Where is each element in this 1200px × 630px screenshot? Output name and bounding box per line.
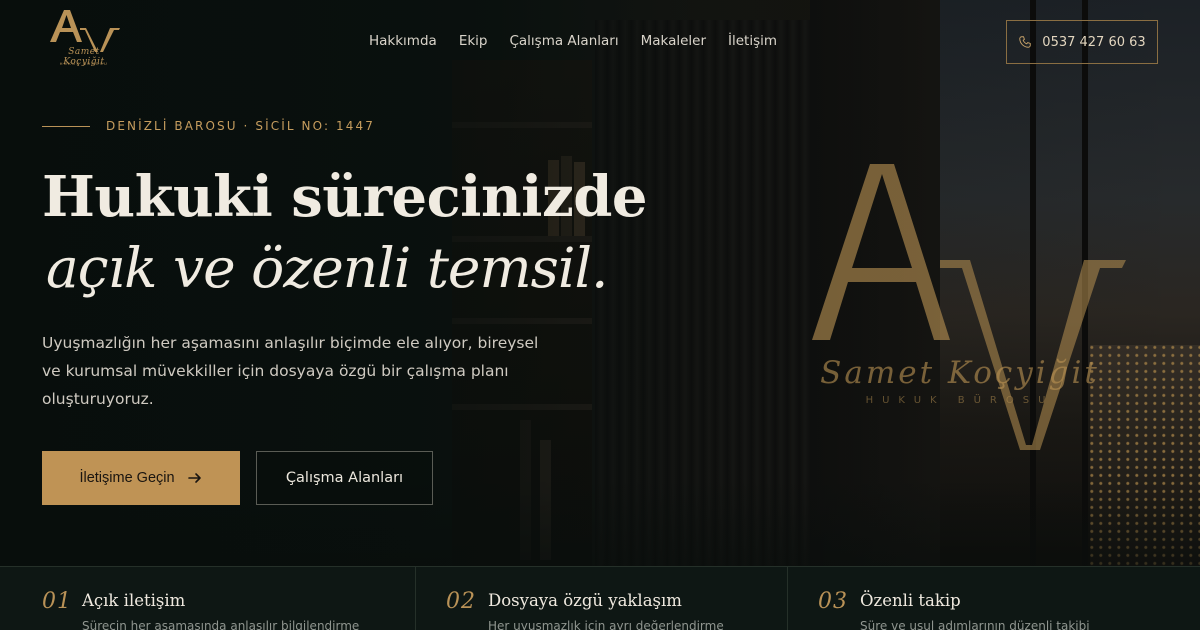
contact-cta-button[interactable]: İletişime Geçin	[42, 451, 240, 505]
feature-title: Açık iletişim	[82, 591, 186, 610]
arrow-right-icon	[187, 473, 201, 483]
nav-item-iletisim[interactable]: İletişim	[728, 33, 777, 49]
feature-number: 01	[42, 589, 72, 614]
practice-areas-button[interactable]: Çalışma Alanları	[256, 451, 433, 505]
feature-number: 03	[818, 589, 848, 614]
feature-description: Süre ve usul adımlarının düzenli takibi	[860, 619, 1090, 630]
nav-item-makaleler[interactable]: Makaleler	[641, 33, 706, 49]
hero-title-line2: açık ve özenli temsil.	[46, 236, 609, 300]
contact-cta-label: İletişime Geçin	[79, 470, 175, 486]
feature-item: 01 Açık iletişim Sürecin her aşamasında …	[0, 567, 415, 630]
watermark-monogram: Samet Koçyiğit HUKUK BÜROSU	[800, 150, 1140, 470]
feature-description: Sürecin her aşamasında anlaşılır bilgile…	[82, 619, 360, 630]
hero-title-line1: Hukuki sürecinizde	[42, 164, 648, 230]
nav-item-ekip[interactable]: Ekip	[459, 33, 488, 49]
features-strip: 01 Açık iletişim Sürecin her aşamasında …	[0, 566, 1200, 630]
phone-button[interactable]: 0537 427 60 63	[1006, 20, 1158, 64]
eyebrow: DENİZLİ BAROSU · SİCİL NO: 1447	[42, 119, 375, 133]
feature-item: 02 Dosyaya özgü yaklaşım Her uyuşmazlık …	[415, 567, 787, 630]
feature-item: 03 Özenli takip Süre ve usul adımlarının…	[787, 567, 1200, 630]
watermark-script: Samet Koçyiğit	[820, 355, 1100, 391]
feature-title: Özenli takip	[860, 591, 961, 610]
nav-item-hakkimda[interactable]: Hakkımda	[369, 33, 437, 49]
feature-number: 02	[446, 589, 476, 614]
logo-subtitle: HUKUK BÜROSU	[59, 61, 109, 66]
main-nav: Hakkımda Ekip Çalışma Alanları Makaleler…	[369, 33, 777, 49]
watermark-subtitle: HUKUK BÜROSU	[865, 395, 1055, 406]
logo[interactable]: Samet Koçyiğit HUKUK BÜROSU	[44, 8, 124, 72]
eyebrow-text: DENİZLİ BAROSU · SİCİL NO: 1447	[106, 119, 375, 133]
nav-item-calisma-alanlari[interactable]: Çalışma Alanları	[509, 33, 618, 49]
phone-number: 0537 427 60 63	[1042, 34, 1146, 50]
logo-monogram-icon	[50, 10, 120, 54]
phone-icon	[1019, 36, 1032, 48]
av-monogram-graphic	[812, 164, 1126, 450]
hero-lead: Uyuşmazlığın her aşamasını anlaşılır biç…	[42, 334, 539, 408]
feature-description: Her uyuşmazlık için ayrı değerlendirme	[488, 619, 724, 630]
eyebrow-divider	[42, 125, 90, 127]
feature-title: Dosyaya özgü yaklaşım	[488, 591, 682, 610]
